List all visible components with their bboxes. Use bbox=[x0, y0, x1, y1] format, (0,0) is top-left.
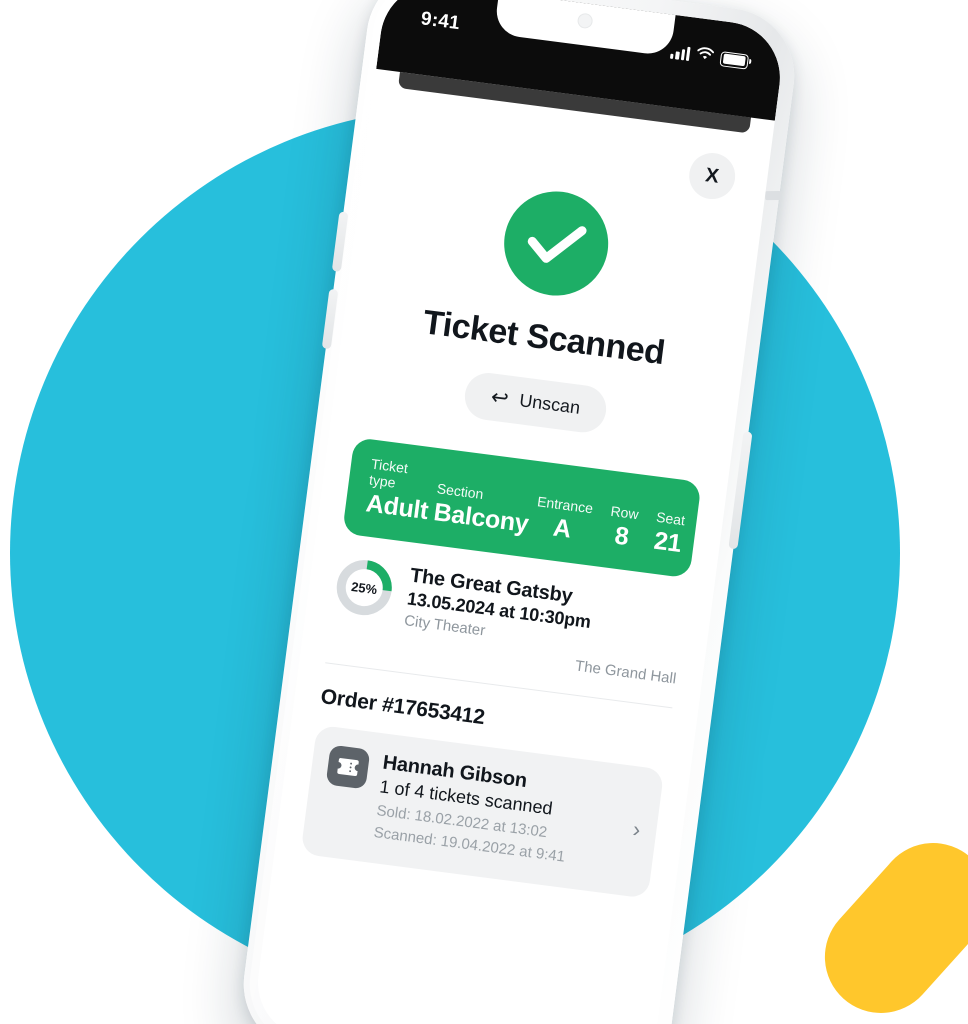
undo-arrow-icon: ↩ bbox=[489, 385, 511, 411]
row-label: Row bbox=[609, 502, 640, 523]
order-row[interactable]: Hannah Gibson 1 of 4 tickets scanned Sol… bbox=[300, 724, 665, 899]
ticket-icon bbox=[325, 744, 371, 790]
antenna-band bbox=[765, 190, 782, 201]
scan-progress-donut: 25% bbox=[332, 555, 397, 620]
chevron-right-icon: › bbox=[631, 816, 642, 843]
row-value: 8 bbox=[613, 521, 631, 552]
cellular-signal-icon bbox=[670, 45, 691, 62]
event-summary: 25% The Great Gatsby 13.05.2024 at 10:30… bbox=[328, 555, 686, 687]
section-field: Section Balcony bbox=[432, 480, 532, 539]
status-bar-time: 9:41 bbox=[419, 8, 462, 35]
close-icon[interactable]: X bbox=[686, 150, 738, 202]
status-bar-icons bbox=[670, 43, 750, 71]
scene: 9:41 X Ticket Scanned ↩ Unscan Ticket ty… bbox=[0, 0, 968, 1024]
wifi-icon bbox=[695, 46, 715, 66]
ticket-type-value: Adult bbox=[364, 489, 430, 526]
event-meta: The Great Gatsby 13.05.2024 at 10:30pm C… bbox=[400, 565, 686, 688]
seat-label: Seat bbox=[655, 508, 687, 529]
unscan-button[interactable]: ↩ Unscan bbox=[462, 370, 609, 436]
ticket-type-label: Ticket type bbox=[368, 455, 409, 491]
unscan-button-label: Unscan bbox=[518, 390, 582, 418]
seat-field: Seat 21 bbox=[651, 509, 686, 559]
seat-location-group: Entrance A Row 8 Seat 21 bbox=[532, 493, 686, 559]
front-camera-icon bbox=[576, 12, 594, 30]
entrance-value: A bbox=[551, 513, 573, 544]
ticket-details-card: Ticket type Adult Section Balcony Entran… bbox=[342, 437, 702, 579]
decorative-yellow-pill bbox=[801, 819, 968, 1024]
seat-value: 21 bbox=[652, 526, 683, 558]
ticket-type-field: Ticket type Adult bbox=[364, 456, 434, 527]
check-circle-icon bbox=[497, 185, 615, 302]
order-meta: Hannah Gibson 1 of 4 tickets scanned Sol… bbox=[373, 752, 625, 873]
scan-progress-label: 25% bbox=[350, 578, 379, 597]
row-field: Row 8 bbox=[606, 503, 640, 553]
entrance-field: Entrance A bbox=[532, 493, 594, 547]
battery-icon bbox=[719, 50, 750, 70]
